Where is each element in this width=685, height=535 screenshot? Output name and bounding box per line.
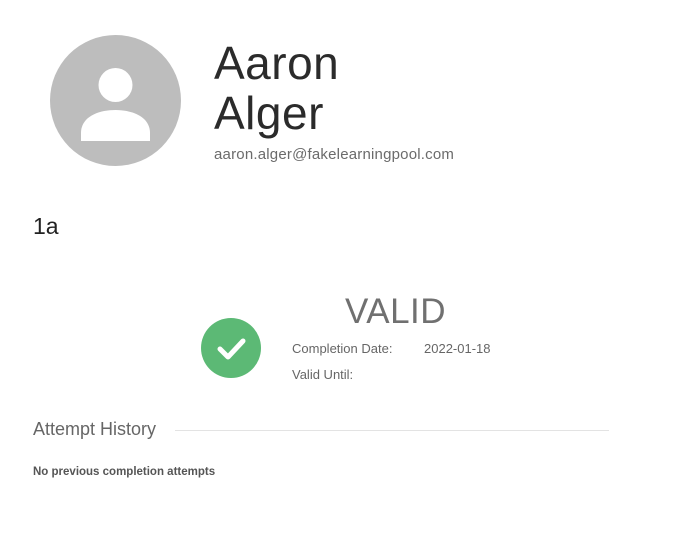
attempt-history-divider (175, 430, 609, 431)
valid-until-label: Valid Until: (292, 367, 354, 382)
course-code: 1a (33, 213, 59, 239)
first-name: Aaron (214, 37, 340, 89)
check-circle-icon (201, 318, 261, 378)
attempt-history-title: Attempt History (33, 419, 157, 439)
learner-record-page: Aaron Alger aaron.alger@fakelearningpool… (0, 0, 685, 535)
certification-status: VALID (345, 292, 447, 331)
user-name: Aaron Alger (214, 38, 339, 138)
completion-date-row: Completion Date: 2022-01-18 (292, 341, 491, 356)
attempt-history-empty-message: No previous completion attempts (33, 466, 216, 478)
completion-date-value: 2022-01-18 (424, 341, 491, 356)
valid-until-row: Valid Until: (292, 367, 424, 382)
user-email: aaron.alger@fakelearningpool.com (214, 146, 455, 163)
completion-date-label: Completion Date: (292, 341, 393, 356)
last-name: Alger (214, 87, 324, 139)
user-avatar-icon (50, 35, 181, 166)
